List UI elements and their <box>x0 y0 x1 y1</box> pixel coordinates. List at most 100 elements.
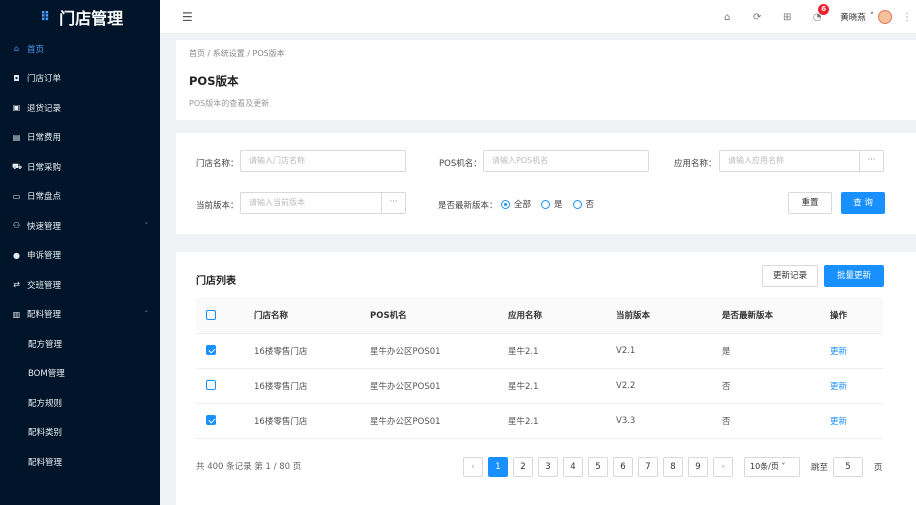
notification-badge: 6 <box>818 3 830 15</box>
shift-icon: ⇄ <box>13 280 20 290</box>
app-name-input[interactable]: 请输入应用名称 ··· <box>719 150 884 172</box>
jump-input[interactable]: 5 <box>833 457 864 477</box>
page-size-select[interactable]: 10条/页 ˅ <box>744 457 800 477</box>
pos-name-label: POS机名： <box>439 159 482 169</box>
cell-app: 星牛2.1 <box>508 403 616 439</box>
cell-version: V2.1 <box>616 333 722 369</box>
select-all-checkbox[interactable] <box>206 309 216 320</box>
table-header-row: 门店名称 POS机名 应用名称 当前版本 是否最新版本 操作 <box>196 297 883 334</box>
sidebar-item-label: 首页 <box>27 44 45 55</box>
jump-label: 跳至 <box>811 463 829 473</box>
store-name-input[interactable]: 请输入门店名称 <box>240 150 406 172</box>
material-icon: ▥ <box>12 309 21 319</box>
sidebar-item[interactable]: ▤ 日常费用 <box>0 123 160 153</box>
sidebar-subitem[interactable]: 配料管理 <box>0 447 160 477</box>
update-link[interactable]: 更新 <box>830 333 883 369</box>
radio-yes[interactable]: 是 <box>541 198 563 210</box>
sidebar-item[interactable]: ▥ 配料管理 ˄ <box>0 300 160 330</box>
pagination: ‹ 1 2 3 4 5 6 7 8 9 › 10条/页 ˅ 跳至 5 页 <box>463 457 883 477</box>
page-button[interactable]: 1 <box>488 457 508 477</box>
sidebar-menu: ⌂ 首页 ◘ 门店订单 ▣ 退货记录 ▤ 日常费用 ⛟ 日常采购 ▭ 日常盘点 ⚇ 快速管理 ˅ ● 申诉管理 ⇄… <box>0 34 160 477</box>
sidebar-item[interactable]: ⌂ 首页 <box>0 34 160 64</box>
sidebar-subitem-label: 配料管理 <box>28 457 63 468</box>
user-menu[interactable]: 黄晓燕 ˅ <box>832 10 898 24</box>
table-title: 门店列表 <box>196 276 236 287</box>
home-icon: ⌂ <box>13 44 20 54</box>
sidebar-subitem[interactable]: 配料类别 <box>0 418 160 448</box>
row-checkbox[interactable] <box>206 380 216 391</box>
reset-button[interactable]: 重置 <box>788 192 832 214</box>
menu-toggle-icon[interactable]: ☰ <box>182 10 193 24</box>
col-app: 应用名称 <box>508 297 616 334</box>
sidebar-item[interactable]: ⛟ 日常采购 <box>0 152 160 182</box>
avatar <box>878 10 892 24</box>
cell-store: 16楼零售门店 <box>254 368 370 404</box>
radio-no[interactable]: 否 <box>572 198 595 210</box>
page-button[interactable]: 3 <box>538 457 558 477</box>
radio-circle-icon <box>541 199 551 209</box>
chevron-down-icon: ˅ <box>144 221 149 230</box>
sidebar-subitem[interactable]: 配方规则 <box>0 388 160 418</box>
cell-version: V2.2 <box>616 368 722 404</box>
sidebar-item[interactable]: ⚇ 快速管理 ˅ <box>0 211 160 241</box>
next-page-button[interactable]: › <box>713 457 733 477</box>
bell-icon[interactable]: ◔ 6 <box>802 3 832 23</box>
sidebar-item[interactable]: ⇄ 交班管理 <box>0 270 160 300</box>
store-list-card: 门店列表 更新记录 批量更新 门店名称 POS机名 应用名称 当前版本 是否最新… <box>176 252 916 505</box>
refresh-icon[interactable]: ⟳ <box>742 12 772 23</box>
prev-page-button[interactable]: ‹ <box>463 457 483 477</box>
store-table: 门店名称 POS机名 应用名称 当前版本 是否最新版本 操作 16楼零售门店 星牛… <box>196 297 883 439</box>
sidebar-item[interactable]: ● 申诉管理 <box>0 241 160 271</box>
sidebar-subitem[interactable]: BOM管理 <box>0 359 160 389</box>
query-button[interactable]: 查 询 <box>841 192 885 214</box>
page-button[interactable]: 9 <box>688 457 708 477</box>
page-button[interactable]: 4 <box>563 457 583 477</box>
more-icon[interactable]: ⋮ <box>898 12 916 23</box>
cell-latest: 否 <box>722 368 830 404</box>
cell-pos: 星牛办公区POS01 <box>370 333 508 369</box>
version-input[interactable]: 请输入当前版本 ··· <box>240 192 406 214</box>
breadcrumb: 首页 / 系统设置 / POS版本 <box>189 49 285 58</box>
update-history-button[interactable]: 更新记录 <box>762 265 818 287</box>
cell-pos: 星牛办公区POS01 <box>370 368 508 404</box>
page-button[interactable]: 7 <box>638 457 658 477</box>
app-name-picker-button[interactable]: ··· <box>859 151 883 171</box>
fast-icon: ⚇ <box>12 221 21 231</box>
sidebar-item-label: 申诉管理 <box>27 251 62 262</box>
chevron-down-icon: ˅ <box>869 12 874 22</box>
pos-name-input[interactable]: 请输入POS机名 <box>483 150 649 172</box>
col-version: 当前版本 <box>616 297 722 334</box>
app-name-label: 应用名称： <box>674 159 717 169</box>
row-checkbox[interactable] <box>206 415 216 426</box>
app-title: 门店管理 <box>59 9 124 28</box>
order-icon: ◘ <box>13 73 20 83</box>
latest-version-radio-group: 全部 是 否 <box>501 198 594 210</box>
store-name-label: 门店名称： <box>196 159 239 169</box>
batch-update-button[interactable]: 批量更新 <box>824 265 884 287</box>
return-icon: ▣ <box>12 103 21 113</box>
page-button[interactable]: 8 <box>663 457 683 477</box>
apps-icon[interactable]: ⊞ <box>772 12 802 23</box>
page-button[interactable]: 2 <box>513 457 533 477</box>
sidebar-item[interactable]: ▭ 日常盘点 <box>0 182 160 212</box>
version-picker-button[interactable]: ··· <box>381 193 405 213</box>
radio-all[interactable]: 全部 <box>501 198 531 210</box>
radio-label: 否 <box>585 200 595 210</box>
update-link[interactable]: 更新 <box>830 403 883 439</box>
row-select-cell <box>196 368 254 404</box>
sidebar-subitem[interactable]: 配方管理 <box>0 329 160 359</box>
row-checkbox[interactable] <box>206 345 216 356</box>
radio-circle-icon <box>572 199 582 209</box>
page-button[interactable]: 5 <box>588 457 608 477</box>
radio-label: 是 <box>554 200 563 210</box>
sidebar-subitem-label: 配料类别 <box>28 428 63 439</box>
page-button[interactable]: 6 <box>613 457 633 477</box>
sidebar-item[interactable]: ▣ 退货记录 <box>0 93 160 123</box>
sidebar-item-label: 退货记录 <box>27 103 62 114</box>
sidebar-item-label: 配料管理 <box>27 310 62 321</box>
sidebar-item[interactable]: ◘ 门店订单 <box>0 64 160 94</box>
grid-icon: ⠿ <box>40 9 50 25</box>
update-link[interactable]: 更新 <box>830 368 883 404</box>
page-title: POS版本 <box>189 74 239 88</box>
home-icon[interactable]: ⌂ <box>712 12 742 23</box>
